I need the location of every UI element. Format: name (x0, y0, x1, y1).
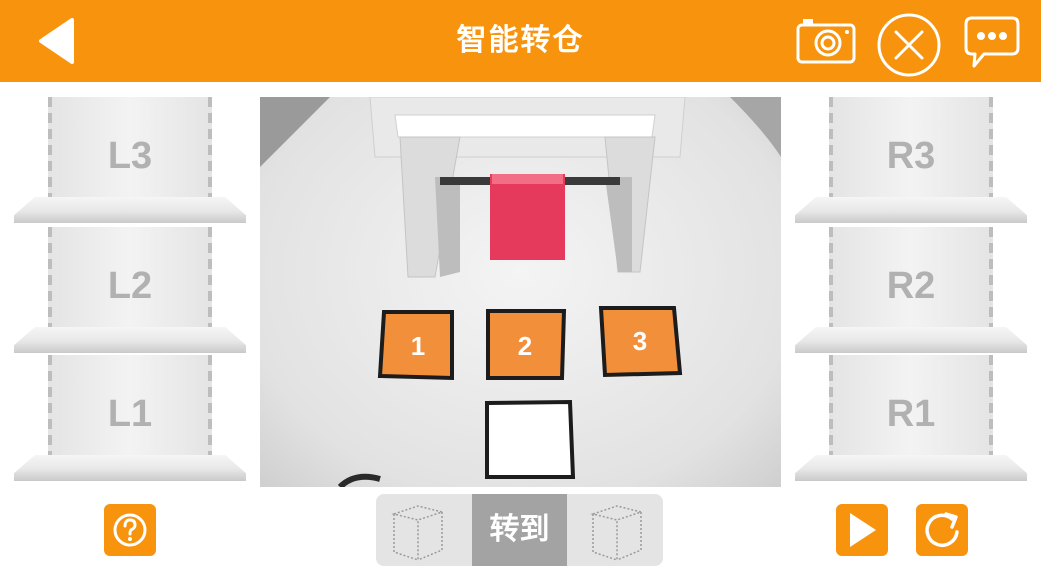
shelf-slot-r1[interactable]: R1 (795, 355, 1027, 481)
shelf-board (795, 197, 1027, 223)
shelf-slot-r3[interactable]: R3 (795, 97, 1027, 223)
close-button[interactable] (876, 12, 942, 78)
transfer-control: 转到 (376, 494, 663, 566)
pad-3: 3 (598, 306, 683, 378)
camera-feed: 1 2 3 (260, 97, 781, 487)
shelf-label: L2 (107, 265, 153, 307)
empty-pad (485, 399, 576, 479)
back-arrow-icon (39, 18, 74, 64)
red-cube (490, 174, 565, 260)
shelf-board (795, 327, 1027, 353)
goto-button[interactable]: 转到 (472, 494, 567, 566)
shelf-label: R2 (886, 265, 936, 307)
shelf-label: R1 (886, 393, 936, 435)
header-bar: 智能转仓 (0, 0, 1041, 82)
camera-button[interactable] (795, 16, 857, 66)
camera-icon (796, 19, 856, 64)
source-cube-slot[interactable] (376, 494, 472, 566)
reset-button[interactable] (916, 504, 968, 556)
shelf-label: L1 (107, 393, 153, 435)
shelf-board (14, 327, 246, 353)
back-button[interactable] (36, 18, 80, 64)
reset-icon (925, 512, 959, 548)
help-icon (113, 513, 147, 547)
shelf-label: R3 (886, 135, 936, 177)
shelf-board (795, 455, 1027, 481)
cube-icon (590, 505, 644, 562)
chat-button[interactable] (962, 14, 1022, 70)
chat-bubble-icon (964, 16, 1020, 68)
shelf-slot-l2[interactable]: L2 (14, 227, 246, 353)
play-button[interactable] (836, 504, 888, 556)
pad-2: 2 (486, 309, 567, 380)
help-button[interactable] (104, 504, 156, 556)
pad-1: 1 (377, 310, 454, 381)
play-icon (850, 513, 876, 547)
shelf-board (14, 455, 246, 481)
target-cube-slot[interactable] (567, 494, 663, 566)
camera-scene: 1 2 3 (260, 97, 781, 487)
right-shelf: R3 R2 R1 (795, 97, 1027, 489)
svg-text:1: 1 (411, 331, 425, 361)
svg-text:2: 2 (518, 331, 532, 361)
shelf-label: L3 (107, 135, 153, 177)
close-circle-icon (877, 13, 941, 77)
shelf-slot-l1[interactable]: L1 (14, 355, 246, 481)
cube-icon (391, 505, 445, 562)
svg-text:3: 3 (633, 326, 647, 356)
left-shelf: L3 L2 L1 (14, 97, 246, 489)
shelf-board (14, 197, 246, 223)
shelf-slot-l3[interactable]: L3 (14, 97, 246, 223)
shelf-slot-r2[interactable]: R2 (795, 227, 1027, 353)
